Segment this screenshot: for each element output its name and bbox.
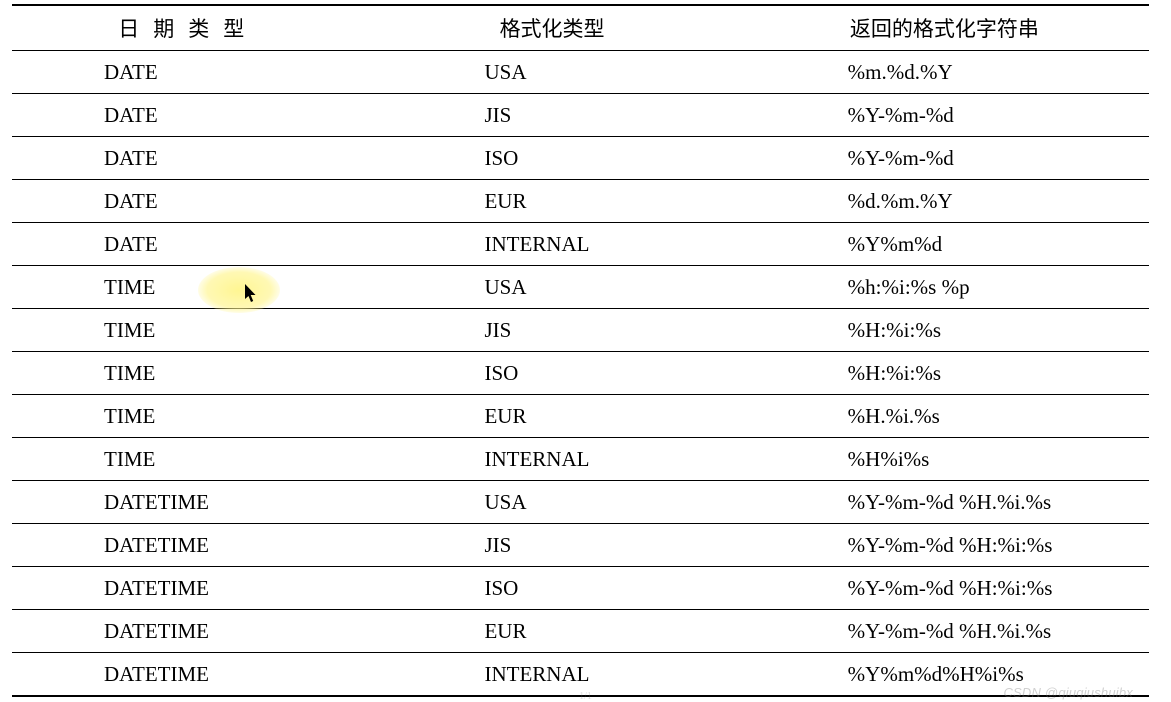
cell-format-string: %Y-%m-%d %H.%i.%s — [740, 610, 1149, 653]
table-row: TIMEJIS%H:%i:%s — [12, 309, 1149, 352]
cell-format-string: %Y-%m-%d %H:%i:%s — [740, 524, 1149, 567]
header-returned-string: 返回的格式化字符串 — [740, 5, 1149, 51]
cell-format-string: %H:%i:%s — [740, 309, 1149, 352]
table-row: DATETIMEUSA%Y-%m-%d %H.%i.%s — [12, 481, 1149, 524]
cell-date-type: DATE — [12, 137, 364, 180]
cell-format-type: EUR — [364, 610, 739, 653]
cell-date-type: TIME — [12, 352, 364, 395]
cell-format-type: EUR — [364, 395, 739, 438]
cell-date-type: DATE — [12, 94, 364, 137]
table-row: DATEJIS%Y-%m-%d — [12, 94, 1149, 137]
table-row: TIMEISO%H:%i:%s — [12, 352, 1149, 395]
cell-date-type: DATE — [12, 180, 364, 223]
cell-date-type: DATETIME — [12, 524, 364, 567]
table-row: DATEISO%Y-%m-%d — [12, 137, 1149, 180]
cell-format-string: %m.%d.%Y — [740, 51, 1149, 94]
cell-format-type: USA — [364, 481, 739, 524]
table-row: DATETIMEISO%Y-%m-%d %H:%i:%s — [12, 567, 1149, 610]
table-row: DATEINTERNAL%Y%m%d — [12, 223, 1149, 266]
table-row: DATEUSA%m.%d.%Y — [12, 51, 1149, 94]
cell-format-type: JIS — [364, 94, 739, 137]
cell-format-type: ISO — [364, 352, 739, 395]
header-date-type: 日期类型 — [12, 5, 364, 51]
cell-format-type: USA — [364, 51, 739, 94]
cell-date-type: DATETIME — [12, 481, 364, 524]
cell-format-string: %H:%i:%s — [740, 352, 1149, 395]
table-row: TIMEEUR%H.%i.%s — [12, 395, 1149, 438]
header-format-type: 格式化类型 — [364, 5, 739, 51]
table-row: DATETIMEEUR%Y-%m-%d %H.%i.%s — [12, 610, 1149, 653]
cell-format-type: INTERNAL — [364, 223, 739, 266]
cell-format-type: USA — [364, 266, 739, 309]
cell-date-type: DATETIME — [12, 610, 364, 653]
cell-date-type: DATETIME — [12, 567, 364, 610]
cell-format-string: %Y-%m-%d %H.%i.%s — [740, 481, 1149, 524]
cell-format-string: %H.%i.%s — [740, 395, 1149, 438]
cell-date-type: TIME — [12, 395, 364, 438]
table-row: DATETIMEJIS%Y-%m-%d %H:%i:%s — [12, 524, 1149, 567]
header-row: 日期类型 格式化类型 返回的格式化字符串 — [12, 5, 1149, 51]
cell-format-string: %Y-%m-%d %H:%i:%s — [740, 567, 1149, 610]
cell-format-type: ISO — [364, 567, 739, 610]
cell-date-type: TIME — [12, 266, 364, 309]
table-row: TIMEUSA%h:%i:%s %p — [12, 266, 1149, 309]
cell-format-type: JIS — [364, 309, 739, 352]
cell-format-type: INTERNAL — [364, 438, 739, 481]
cell-format-string: %Y%m%d%H%i%s — [740, 653, 1149, 697]
cell-format-string: %h:%i:%s %p — [740, 266, 1149, 309]
cell-format-string: %Y-%m-%d — [740, 94, 1149, 137]
cell-format-type: JIS — [364, 524, 739, 567]
cell-format-type: INTERNAL — [364, 653, 739, 697]
cell-date-type: DATETIME — [12, 653, 364, 697]
cell-format-string: %Y%m%d — [740, 223, 1149, 266]
cell-format-string: %H%i%s — [740, 438, 1149, 481]
cell-date-type: DATE — [12, 223, 364, 266]
cell-date-type: TIME — [12, 309, 364, 352]
cell-date-type: TIME — [12, 438, 364, 481]
table-row: TIMEINTERNAL%H%i%s — [12, 438, 1149, 481]
table-row: DATEEUR%d.%m.%Y — [12, 180, 1149, 223]
cell-format-string: %Y-%m-%d — [740, 137, 1149, 180]
table-row: DATETIMEINTERNAL%Y%m%d%H%i%s — [12, 653, 1149, 697]
format-table: 日期类型 格式化类型 返回的格式化字符串 DATEUSA%m.%d.%YDATE… — [12, 4, 1149, 697]
cell-format-string: %d.%m.%Y — [740, 180, 1149, 223]
cell-format-type: ISO — [364, 137, 739, 180]
cell-date-type: DATE — [12, 51, 364, 94]
cell-format-type: EUR — [364, 180, 739, 223]
